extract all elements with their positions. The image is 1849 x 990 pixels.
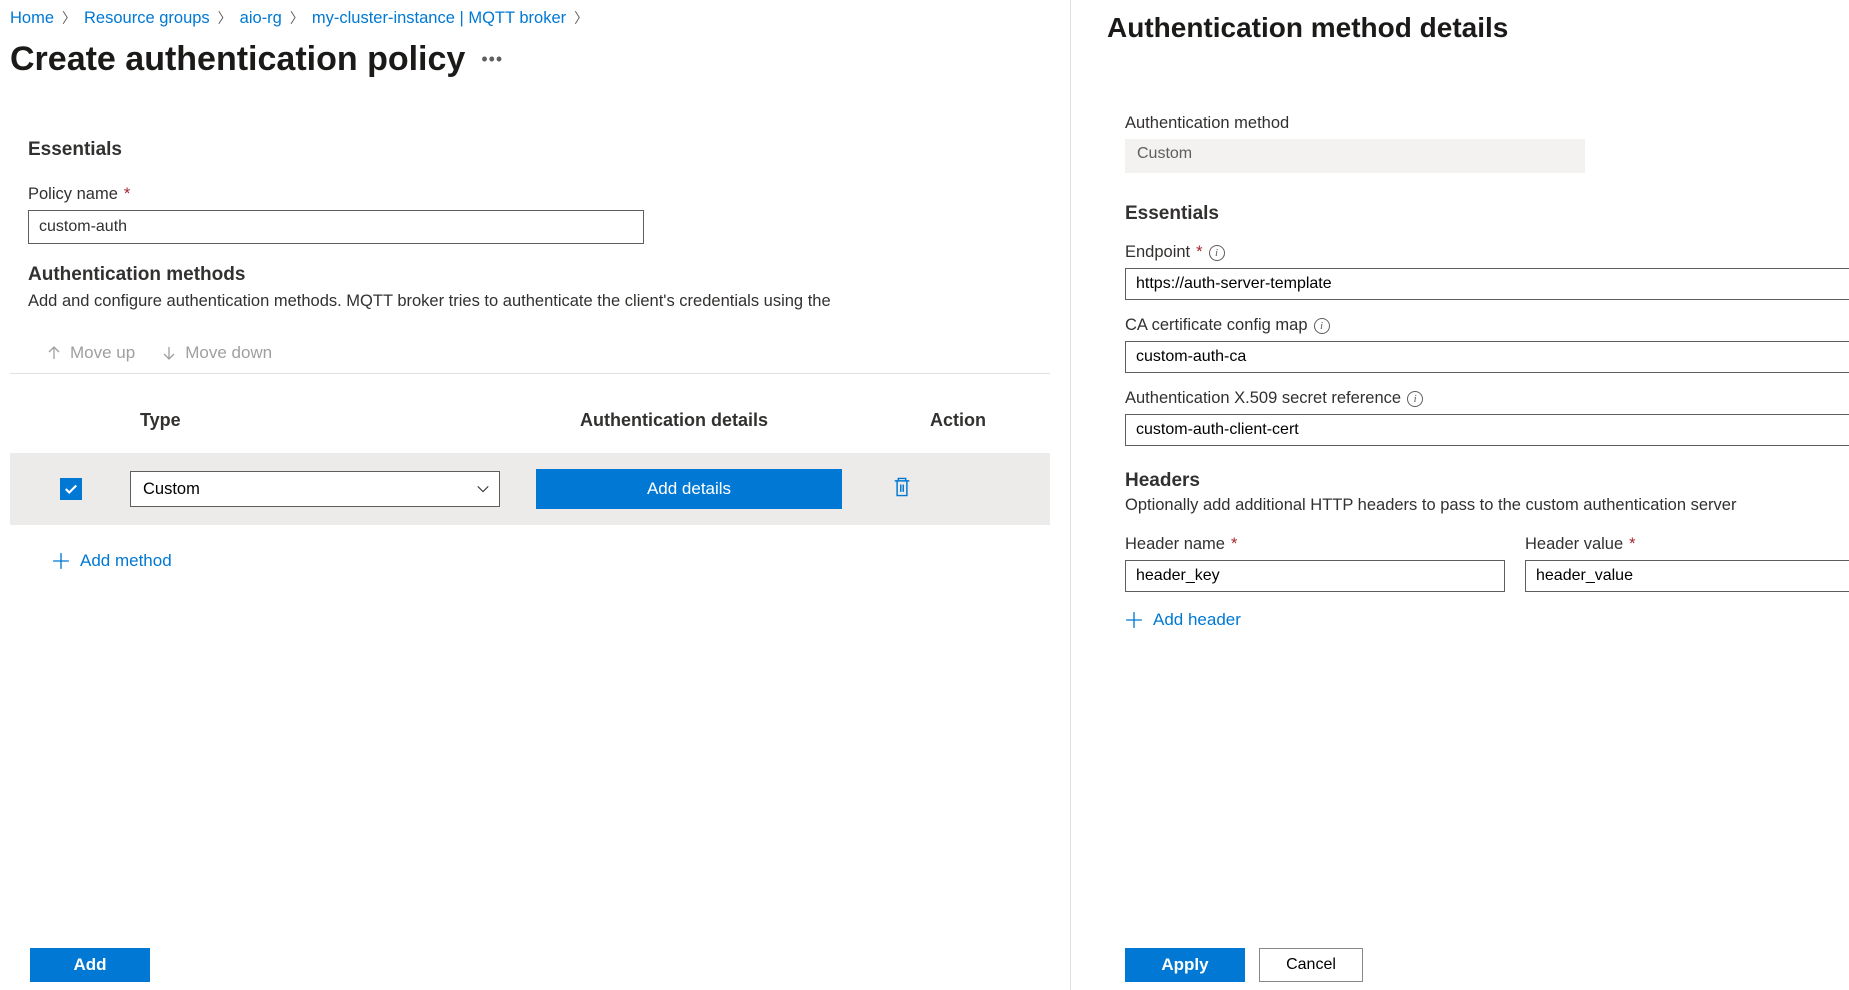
breadcrumb-resource-groups[interactable]: Resource groups: [84, 9, 210, 28]
table-row: Custom Add details: [10, 453, 1050, 525]
info-icon[interactable]: i: [1314, 318, 1330, 334]
page-title: Create authentication policy: [10, 40, 465, 79]
policy-name-label: Policy name*: [28, 185, 1050, 204]
move-down-button[interactable]: Move down: [161, 343, 272, 363]
header-name-label: Header name*: [1125, 535, 1505, 554]
auth-method-value: Custom: [1125, 139, 1585, 173]
apply-button[interactable]: Apply: [1125, 948, 1245, 982]
col-action: Action: [930, 410, 1050, 431]
header-value-input[interactable]: [1525, 560, 1849, 592]
chevron-right-icon: 〉: [62, 8, 76, 28]
plus-icon: [52, 552, 70, 570]
breadcrumb-cluster[interactable]: my-cluster-instance | MQTT broker: [312, 9, 566, 28]
auth-methods-heading: Authentication methods: [10, 264, 1050, 286]
add-button[interactable]: Add: [30, 948, 150, 982]
header-name-input[interactable]: [1125, 560, 1505, 592]
x509-input[interactable]: [1125, 414, 1849, 446]
cancel-button[interactable]: Cancel: [1259, 948, 1363, 982]
auth-methods-desc: Add and configure authentication methods…: [10, 292, 1050, 311]
headers-desc: Optionally add additional HTTP headers t…: [1125, 496, 1849, 515]
endpoint-label: Endpoint* i: [1125, 243, 1849, 262]
ca-cert-label: CA certificate config map i: [1125, 316, 1849, 335]
essentials-heading: Essentials: [10, 139, 1050, 161]
info-icon[interactable]: i: [1407, 391, 1423, 407]
breadcrumb-home[interactable]: Home: [10, 9, 54, 28]
add-details-button[interactable]: Add details: [536, 469, 842, 509]
arrow-down-icon: [161, 345, 177, 361]
breadcrumb: Home 〉 Resource groups 〉 aio-rg 〉 my-clu…: [10, 8, 1050, 28]
info-icon[interactable]: i: [1209, 245, 1225, 261]
header-value-label: Header value*: [1525, 535, 1849, 554]
arrow-up-icon: [46, 345, 62, 361]
policy-name-input[interactable]: [28, 210, 644, 244]
endpoint-input[interactable]: [1125, 268, 1849, 300]
ca-cert-input[interactable]: [1125, 341, 1849, 373]
x509-label: Authentication X.509 secret reference i: [1125, 389, 1849, 408]
check-icon: [64, 482, 78, 496]
chevron-right-icon: 〉: [218, 8, 232, 28]
add-method-button[interactable]: Add method: [52, 551, 172, 571]
add-header-button[interactable]: Add header: [1125, 610, 1241, 630]
chevron-right-icon: 〉: [574, 8, 588, 28]
headers-heading: Headers: [1125, 470, 1849, 492]
auth-method-label: Authentication method: [1125, 114, 1849, 133]
more-icon[interactable]: •••: [481, 49, 503, 70]
row-checkbox[interactable]: [60, 478, 82, 500]
col-auth-details: Authentication details: [580, 410, 860, 431]
breadcrumb-aio-rg[interactable]: aio-rg: [240, 9, 282, 28]
panel-title: Authentication method details: [1107, 12, 1849, 44]
panel-essentials-heading: Essentials: [1125, 203, 1849, 225]
plus-icon: [1125, 611, 1143, 629]
type-select[interactable]: Custom: [130, 471, 500, 507]
col-type: Type: [120, 410, 420, 431]
chevron-right-icon: 〉: [290, 8, 304, 28]
delete-icon[interactable]: [892, 476, 912, 503]
table-header: Type Authentication details Action: [10, 404, 1050, 453]
move-up-button[interactable]: Move up: [46, 343, 135, 363]
